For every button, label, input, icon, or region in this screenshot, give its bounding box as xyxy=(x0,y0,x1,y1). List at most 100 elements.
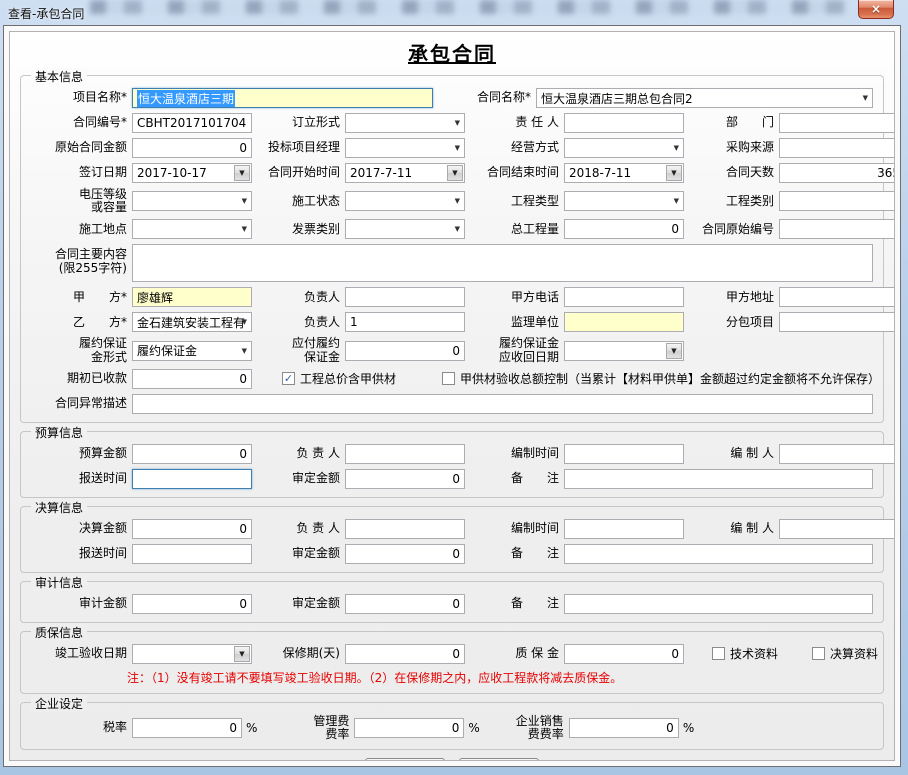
chevron-down-icon: ▼ xyxy=(674,197,679,205)
audit-remark-input[interactable] xyxy=(564,594,873,614)
original-no-input[interactable] xyxy=(779,219,895,239)
close-button[interactable]: × xyxy=(858,0,894,19)
audit-amount-input[interactable]: 0 xyxy=(132,594,252,614)
sign-date-picker[interactable]: 2017-10-17▼ xyxy=(132,163,252,183)
final-submit-time-input[interactable] xyxy=(132,544,252,564)
next-button[interactable]: ☟ 下一个 xyxy=(459,758,539,761)
warranty-note: 注：（1）没有竣工请不要填写竣工验收日期。（2）在保修期之内，应收工程款将减去质… xyxy=(127,669,877,686)
ordering-form-combo[interactable]: ▼ xyxy=(345,113,465,133)
total-quantity-input[interactable]: 0 xyxy=(564,219,684,239)
checkbox-box[interactable] xyxy=(712,647,725,660)
acceptance-date-picker[interactable]: ▼ xyxy=(132,644,252,664)
warranty-fund-input[interactable]: 0 xyxy=(564,644,684,664)
group-audit-legend: 审计信息 xyxy=(31,574,87,591)
final-approved-input[interactable]: 0 xyxy=(345,544,465,564)
budget-compile-time-input[interactable] xyxy=(564,444,684,464)
chevron-down-icon[interactable]: ▼ xyxy=(447,165,463,181)
party-b-manager-input[interactable]: 1 xyxy=(345,312,465,332)
final-compiler-input[interactable] xyxy=(779,519,895,539)
checkbox-box[interactable] xyxy=(812,647,825,660)
checkbox-box[interactable] xyxy=(442,372,455,385)
end-date-picker[interactable]: 2018-7-11▼ xyxy=(564,163,684,183)
project-type-combo[interactable]: ▼ xyxy=(564,191,684,211)
group-final-legend: 决算信息 xyxy=(31,499,87,516)
budget-responsible-input[interactable] xyxy=(345,444,465,464)
app-window: 查看-承包合同 × 承包合同 基本信息 项目名称* 恒大温泉酒店三期 合同名称*… xyxy=(0,0,908,775)
chevron-down-icon[interactable]: ▼ xyxy=(234,646,250,662)
initial-received-input[interactable]: 0 xyxy=(132,369,252,389)
project-type-label: 工程类型 xyxy=(469,195,559,208)
final-remark-input[interactable] xyxy=(564,544,873,564)
main-content-textarea[interactable] xyxy=(132,244,873,282)
warranty-days-input[interactable]: 0 xyxy=(345,644,465,664)
prev-button[interactable]: ☝ 上一个 xyxy=(365,758,445,761)
chevron-down-icon: ▼ xyxy=(242,318,247,326)
budget-approved-input[interactable]: 0 xyxy=(345,469,465,489)
original-amount-input[interactable]: 0 xyxy=(132,138,252,158)
final-compile-time-input[interactable] xyxy=(564,519,684,539)
procurement-source-label: 采购来源 xyxy=(688,141,774,154)
bid-manager-combo[interactable]: ▼ xyxy=(345,138,465,158)
final-submit-time-label: 报送时间 xyxy=(31,547,127,560)
checkbox-technical-data[interactable]: 技术资料 xyxy=(712,645,778,662)
budget-submit-time-input[interactable] xyxy=(132,469,252,489)
party-b-combo[interactable]: 金石建筑安装工程有▼ xyxy=(132,312,252,332)
form-title: 承包合同 xyxy=(12,38,892,67)
party-a-address-label: 甲方地址 xyxy=(688,291,774,304)
bond-payable-input[interactable]: 0 xyxy=(345,341,465,361)
window-titlebar[interactable]: 查看-承包合同 × xyxy=(0,0,908,25)
project-name-input[interactable]: 恒大温泉酒店三期 xyxy=(132,88,433,108)
button-row: ☝ 上一个 ☟ 下一个 xyxy=(12,758,892,761)
budget-amount-input[interactable]: 0 xyxy=(132,444,252,464)
construction-status-combo[interactable]: ▼ xyxy=(345,191,465,211)
budget-responsible-label: 负 责 人 xyxy=(256,447,340,460)
selected-text: 恒大温泉酒店三期 xyxy=(137,90,235,107)
bond-return-date-picker[interactable]: ▼ xyxy=(564,341,684,361)
tax-rate-input[interactable]: 0 xyxy=(132,718,242,738)
business-mode-combo[interactable]: ▼ xyxy=(564,138,684,158)
contract-name-combo[interactable]: 恒大温泉酒店三期总包合同2▼ xyxy=(536,88,873,108)
final-amount-input[interactable]: 0 xyxy=(132,519,252,539)
supervisor-unit-input[interactable] xyxy=(564,312,684,332)
subcontract-project-input[interactable] xyxy=(779,312,895,332)
budget-remark-input[interactable] xyxy=(564,469,873,489)
chevron-down-icon: ▼ xyxy=(455,225,460,233)
start-date-picker[interactable]: 2017-7-11▼ xyxy=(345,163,465,183)
mgmt-fee-rate-input[interactable]: 0 xyxy=(354,718,464,738)
party-a-phone-input[interactable] xyxy=(564,287,684,307)
final-responsible-input[interactable] xyxy=(345,519,465,539)
supervisor-unit-label: 监理单位 xyxy=(469,316,559,329)
contract-days-input[interactable]: 365 xyxy=(779,163,895,183)
checkbox-material-control[interactable]: 甲供材验收总额控制（当累计【材料甲供单】金额超过约定金额将不允许保存） xyxy=(442,370,880,387)
budget-compiler-input[interactable] xyxy=(779,444,895,464)
bond-form-combo[interactable]: 履约保证金▼ xyxy=(132,341,252,361)
checkbox-box[interactable]: ✓ xyxy=(282,372,295,385)
party-a-input[interactable]: 廖雄辉 xyxy=(132,287,252,307)
checkbox-label: 技术资料 xyxy=(730,645,778,662)
checkbox-final-data[interactable]: 决算资料 xyxy=(812,645,878,662)
procurement-source-combo[interactable]: ▼ xyxy=(779,138,895,158)
voltage-combo[interactable]: ▼ xyxy=(132,191,252,211)
audit-approved-input[interactable]: 0 xyxy=(345,594,465,614)
checkbox-total-includes-materials[interactable]: ✓ 工程总价含甲供材 xyxy=(282,370,396,387)
party-a-address-input[interactable] xyxy=(779,287,895,307)
chevron-down-icon[interactable]: ▼ xyxy=(234,165,250,181)
party-a-manager-label: 负责人 xyxy=(256,291,340,304)
abnormal-desc-input[interactable] xyxy=(132,394,873,414)
chevron-down-icon[interactable]: ▼ xyxy=(666,165,682,181)
acceptance-date-label: 竣工验收日期 xyxy=(31,647,127,660)
tax-rate-unit: % xyxy=(246,721,257,735)
department-combo[interactable]: ▼ xyxy=(779,113,895,133)
construction-site-combo[interactable]: ▼ xyxy=(132,219,252,239)
chevron-down-icon[interactable]: ▼ xyxy=(666,343,682,359)
responsible-input[interactable] xyxy=(564,113,684,133)
party-b-label: 乙 方* xyxy=(31,316,127,329)
project-category-combo[interactable]: ▼ xyxy=(779,191,895,211)
bond-payable-label: 应付履约 保证金 xyxy=(256,337,340,363)
invoice-category-combo[interactable]: ▼ xyxy=(345,219,465,239)
party-a-label: 甲 方* xyxy=(31,291,127,304)
contract-no-input[interactable]: CBHT2017101704 xyxy=(132,113,252,133)
party-a-manager-input[interactable] xyxy=(345,287,465,307)
original-amount-label: 原始合同金额 xyxy=(31,141,127,154)
sales-fee-rate-input[interactable]: 0 xyxy=(569,718,679,738)
